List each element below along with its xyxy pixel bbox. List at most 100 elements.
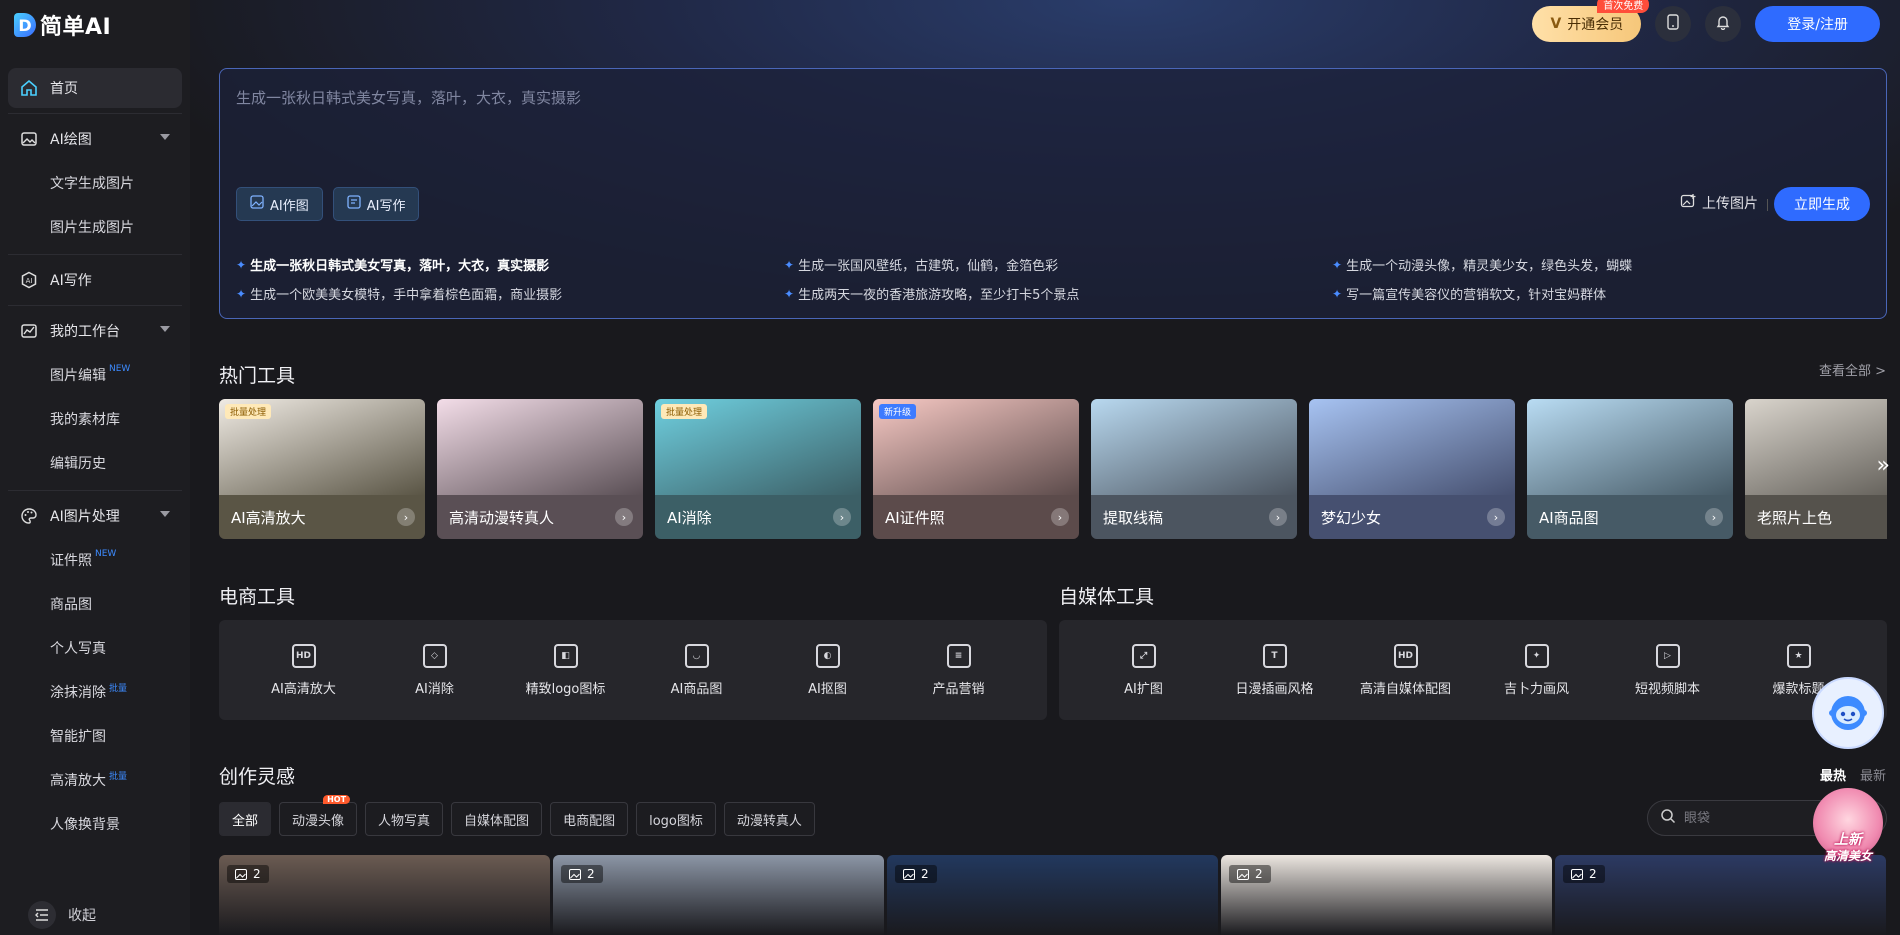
suggestion-item[interactable]: ✦ 生成一张秋日韩式美女写真，落叶，大衣，真实摄影 bbox=[236, 255, 784, 275]
tablet-button[interactable] bbox=[1655, 6, 1692, 42]
media-tool-item[interactable]: ⤢ AI扩图 bbox=[1078, 643, 1209, 697]
gallery-card[interactable]: 2 bbox=[1221, 855, 1552, 935]
ai-writing-icon: AI bbox=[20, 271, 38, 289]
suggestion-item[interactable]: ✦ 生成一个欧美美女模特，手中拿着棕色面霜，商业摄影 bbox=[236, 284, 784, 304]
sort-hot[interactable]: 最热 bbox=[1820, 765, 1846, 784]
sidebar-subitem-text-to-image[interactable]: 文字生成图片 bbox=[0, 161, 190, 205]
upload-image-button[interactable]: 上传图片 bbox=[1680, 193, 1758, 213]
hot-tool-card[interactable]: 提取线稿 › bbox=[1091, 399, 1297, 539]
svg-text:AI: AI bbox=[26, 277, 33, 285]
assistant-bot-button[interactable] bbox=[1812, 677, 1884, 749]
chevron-right-icon: › bbox=[397, 508, 415, 526]
suggestion-item[interactable]: ✦ 生成两天一夜的香港旅游攻略，至少打卡5个景点 bbox=[784, 284, 1332, 304]
sidebar-subitem-image-to-image[interactable]: 图片生成图片 bbox=[0, 205, 190, 249]
filter-chip[interactable]: 动漫转真人 bbox=[723, 802, 815, 836]
hot-tool-name: AI消除 bbox=[667, 508, 712, 527]
ecommerce-tool-item[interactable]: HD AI高清放大 bbox=[238, 643, 369, 697]
sidebar-subitem-edit-history[interactable]: 编辑历史 bbox=[0, 441, 190, 485]
image-icon bbox=[1571, 868, 1583, 880]
hot-tool-label: AI证件照 bbox=[873, 495, 1079, 539]
image-count-badge: 2 bbox=[561, 865, 603, 883]
ecommerce-tool-item[interactable]: ≡ 产品营销 bbox=[893, 643, 1024, 697]
hot-tool-card[interactable]: 高清动漫转真人 › bbox=[437, 399, 643, 539]
image-count: 2 bbox=[1589, 867, 1597, 881]
ecommerce-tool-item[interactable]: ◧ 精致logo图标 bbox=[500, 643, 631, 697]
bot-icon bbox=[1823, 686, 1873, 740]
collapse-button[interactable]: 收起 bbox=[28, 901, 96, 929]
filter-chip[interactable]: logo图标 bbox=[636, 802, 716, 836]
hot-tools-row: 批量处理 AI高清放大 › 高清动漫转真人 › 批量处理 AI消除 › 新升级 AI证件照 › 提取线… bbox=[219, 399, 1887, 540]
filter-chip[interactable]: 动漫头像 HOT bbox=[279, 795, 358, 836]
gallery-card[interactable]: 2 bbox=[219, 855, 550, 935]
chevron-right-icon: › bbox=[1705, 508, 1723, 526]
hot-tool-label: 高清动漫转真人 bbox=[437, 495, 643, 539]
logo[interactable]: D 简单AI bbox=[14, 10, 111, 40]
ecommerce-tool-item[interactable]: ◇ AI消除 bbox=[369, 643, 500, 697]
filter-chip[interactable]: 全部 bbox=[219, 802, 272, 836]
divider bbox=[8, 490, 182, 491]
media-tool-item[interactable]: ✦ 吉卜力画风 bbox=[1471, 643, 1602, 697]
ecommerce-tool-item[interactable]: ◡ AI商品图 bbox=[631, 643, 762, 697]
image-count-badge: 2 bbox=[895, 865, 937, 883]
promo-floating-badge[interactable]: 上新 高清美女 bbox=[1810, 788, 1886, 870]
sidebar-subitem-material-library[interactable]: 我的素材库 bbox=[0, 397, 190, 441]
sidebar-subitem-bg-replace[interactable]: 人像换背景 bbox=[0, 802, 190, 846]
sidebar-subitem-portrait[interactable]: 个人写真 bbox=[0, 626, 190, 670]
sort-new[interactable]: 最新 bbox=[1860, 765, 1886, 784]
suggestion-item[interactable]: ✦ 生成一张国风壁纸，古建筑，仙鹤，金箔色彩 bbox=[784, 255, 1332, 275]
image-count: 2 bbox=[921, 867, 929, 881]
suggestion-text: 生成一张国风壁纸，古建筑，仙鹤，金箔色彩 bbox=[798, 259, 1059, 274]
media-tool-item[interactable]: T 日漫插画风格 bbox=[1209, 643, 1340, 697]
suggestion-item[interactable]: ✦ 写一篇宣传美容仪的营销软文，针对宝妈群体 bbox=[1332, 284, 1880, 304]
hot-tool-card[interactable]: 批量处理 AI消除 › bbox=[655, 399, 861, 539]
vip-label: 开通会员 bbox=[1567, 17, 1624, 33]
hot-tool-card[interactable]: AI商品图 › bbox=[1527, 399, 1733, 539]
ecommerce-tool-item[interactable]: ◐ AI抠图 bbox=[762, 643, 893, 697]
hot-tool-badge: 批量处理 bbox=[225, 404, 272, 419]
filter-chip[interactable]: 电商配图 bbox=[550, 802, 629, 836]
suggestion-item[interactable]: ✦ 生成一个动漫头像，精灵美少女，绿色头发，蝴蝶 bbox=[1332, 255, 1880, 275]
media-tool-item[interactable]: ▷ 短视频脚本 bbox=[1602, 643, 1733, 697]
sidebar-subitem-upscale[interactable]: 高清放大 批量 bbox=[0, 758, 190, 802]
gallery-card[interactable]: 2 bbox=[887, 855, 1218, 935]
hot-tool-card[interactable]: 梦幻少女 › bbox=[1309, 399, 1515, 539]
ai-drawing-mode-button[interactable]: AI作图 bbox=[236, 187, 323, 221]
sidebar-item-label: AI图片处理 bbox=[50, 509, 120, 525]
sidebar-item-workspace[interactable]: 我的工作台 bbox=[8, 311, 182, 351]
generate-button[interactable]: 立即生成 bbox=[1774, 187, 1870, 221]
chevron-right-icon: › bbox=[615, 508, 633, 526]
sidebar-subitem-erase[interactable]: 涂抹消除 批量 bbox=[0, 670, 190, 714]
sidebar-subitem-id-photo[interactable]: 证件照 NEW bbox=[0, 538, 190, 582]
prompt-input[interactable]: 生成一张秋日韩式美女写真，落叶，大衣，真实摄影 bbox=[236, 87, 581, 108]
hot-tool-card[interactable]: 批量处理 AI高清放大 › bbox=[219, 399, 425, 539]
filter-chip[interactable]: 人物写真 bbox=[365, 802, 444, 836]
batch-tag: 批量 bbox=[109, 684, 128, 694]
ai-writing-mode-button[interactable]: AI写作 bbox=[332, 187, 420, 221]
sidebar-subitem-expand[interactable]: 智能扩图 bbox=[0, 714, 190, 758]
image-icon bbox=[20, 130, 38, 148]
sidebar-item-label: 智能扩图 bbox=[50, 729, 106, 745]
document-icon bbox=[347, 195, 361, 213]
sidebar-item-home[interactable]: 首页 bbox=[8, 68, 182, 108]
login-button[interactable]: 登录/注册 bbox=[1755, 6, 1880, 42]
filter-chip[interactable]: 自媒体配图 bbox=[451, 802, 543, 836]
tool-label: 精致logo图标 bbox=[525, 681, 606, 697]
sidebar-subitem-product-image[interactable]: 商品图 bbox=[0, 582, 190, 626]
media-tool-item[interactable]: HD 高清自媒体配图 bbox=[1340, 643, 1471, 697]
gallery-card[interactable]: 2 bbox=[553, 855, 884, 935]
hot-tool-card[interactable]: 老照片上色› bbox=[1745, 399, 1887, 539]
promo-text: 上新 高清美女 bbox=[1810, 832, 1886, 864]
see-all-link[interactable]: 查看全部 > bbox=[1819, 360, 1886, 379]
hot-tool-card[interactable]: 新升级 AI证件照 › bbox=[873, 399, 1079, 539]
tool-icon: ≡ bbox=[946, 643, 971, 668]
sidebar-item-ai-image-processing[interactable]: AI图片处理 bbox=[8, 496, 182, 536]
home-icon bbox=[20, 79, 38, 97]
vip-button[interactable]: V 开通会员 首次免费 bbox=[1532, 0, 1650, 42]
chevron-right-icon[interactable]: » bbox=[1877, 453, 1890, 478]
sidebar-item-ai-drawing[interactable]: AI绘图 bbox=[8, 119, 182, 159]
sidebar-item-ai-writing[interactable]: AI AI写作 bbox=[8, 260, 182, 300]
sidebar-subitem-image-edit[interactable]: 图片编辑 NEW bbox=[0, 353, 190, 397]
notification-button[interactable] bbox=[1705, 6, 1742, 42]
chevron-right-icon: › bbox=[1487, 508, 1505, 526]
tool-icon: ✦ bbox=[1524, 643, 1549, 668]
